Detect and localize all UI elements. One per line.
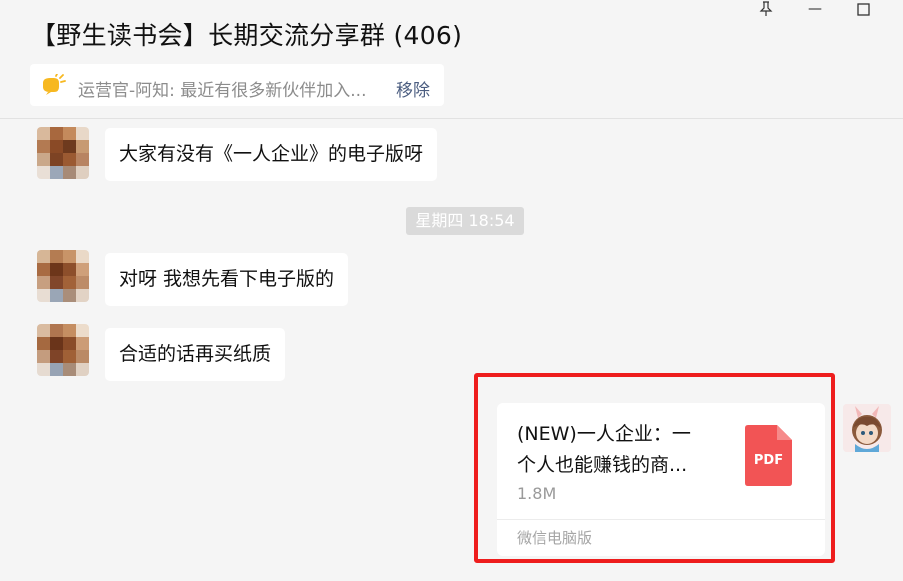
minimize-button[interactable]: — [800, 0, 830, 18]
sender-avatar[interactable] [37, 250, 89, 302]
pdf-file-icon: PDF [745, 425, 792, 486]
header-divider [0, 118, 903, 119]
file-source: 微信电脑版 [517, 529, 593, 547]
pdf-label: PDF [753, 453, 784, 468]
maximize-button[interactable] [848, 0, 878, 18]
file-size: 1.8M [517, 484, 557, 503]
file-name-line2: 个人也能赚钱的商... [517, 454, 688, 476]
notice-text: 运营官-阿知: 最近有很多新伙伴加入... [78, 81, 367, 101]
message-bubble[interactable]: 合适的话再买纸质 [105, 328, 286, 381]
sender-avatar[interactable] [37, 127, 89, 179]
notice-remove-link[interactable]: 移除 [396, 76, 430, 101]
file-card-divider [497, 519, 825, 520]
chat-window: — 【野生读书会】长期交流分享群 (406) 运营官-阿知: 最近有很多新伙伴加… [0, 0, 903, 581]
time-separator: 星期四 18:54 [406, 207, 524, 235]
cartoon-avatar-icon [843, 404, 891, 452]
avatar-mosaic [37, 127, 89, 179]
message-bubble[interactable]: 大家有没有《一人企业》的电子版呀 [105, 128, 438, 181]
group-notice[interactable]: 运营官-阿知: 最近有很多新伙伴加入... 移除 [30, 64, 444, 106]
sender-avatar[interactable] [37, 324, 89, 376]
announcement-icon [43, 74, 66, 95]
pin-icon-glyph [759, 1, 773, 16]
maximize-icon [856, 2, 870, 16]
avatar-mosaic [37, 324, 89, 376]
self-avatar[interactable] [843, 404, 891, 452]
file-name: (NEW)一人企业：一 个人也能赚钱的商... [517, 419, 722, 481]
avatar-mosaic [37, 250, 89, 302]
chat-title: 【野生读书会】长期交流分享群 (406) [31, 21, 463, 50]
file-name-line1: (NEW)一人企业：一 [517, 423, 691, 445]
file-message-card[interactable]: (NEW)一人企业：一 个人也能赚钱的商... 1.8M PDF 微信电脑版 [497, 403, 825, 556]
message-bubble[interactable]: 对呀 我想先看下电子版的 [105, 253, 349, 306]
pin-icon[interactable] [751, 0, 781, 18]
